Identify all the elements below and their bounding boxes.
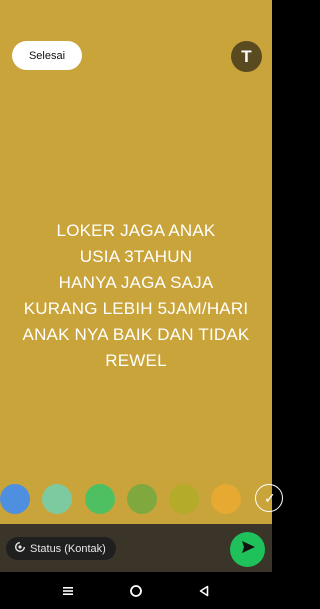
privacy-icon (14, 541, 26, 556)
recent-apps-icon[interactable] (56, 580, 80, 602)
color-swatch-orange[interactable] (211, 484, 241, 514)
color-swatch-mint[interactable] (42, 484, 72, 514)
status-text-line: USIA 3TAHUN (79, 247, 193, 266)
color-swatch-olive[interactable] (127, 484, 157, 514)
text-tool-button[interactable]: T (231, 41, 262, 72)
color-palette: ✓ (0, 484, 283, 516)
done-button[interactable]: Selesai (12, 41, 82, 70)
color-swatch-blue[interactable] (0, 484, 30, 514)
status-text[interactable]: LOKER JAGA ANAK USIA 3TAHUN HANYA JAGA S… (10, 218, 262, 374)
status-text-line: HANYA JAGA SAJA (58, 273, 214, 292)
status-canvas[interactable]: Selesai T LOKER JAGA ANAK USIA 3TAHUN HA… (0, 0, 283, 524)
privacy-button[interactable]: Status (Kontak) (6, 537, 116, 560)
status-text-line: LOKER JAGA ANAK (56, 221, 216, 240)
privacy-label: Status (Kontak) (30, 542, 106, 555)
send-icon (240, 539, 256, 560)
status-text-line: REWEL (105, 351, 167, 370)
home-icon[interactable] (124, 580, 148, 602)
color-swatch-mustard[interactable] (169, 484, 199, 514)
back-icon[interactable] (192, 580, 216, 602)
status-text-line: KURANG LEBIH 5JAM/HARI (23, 299, 249, 318)
send-button[interactable] (230, 532, 265, 567)
color-swatch-green[interactable] (85, 484, 115, 514)
color-swatch-selected[interactable]: ✓ (255, 484, 283, 512)
check-icon: ✓ (264, 489, 276, 506)
status-text-line: ANAK NYA BAIK DAN TIDAK (22, 325, 250, 344)
system-navigation-bar (0, 572, 272, 609)
